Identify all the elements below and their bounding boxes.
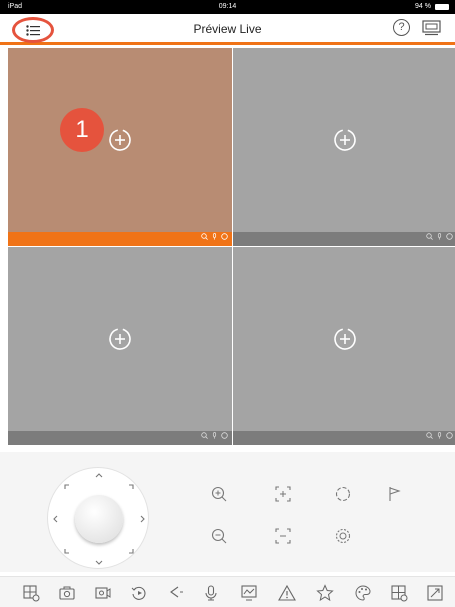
ptz-up-right-arrow xyxy=(129,484,134,489)
ptz-down-right-arrow xyxy=(129,549,134,554)
add-camera-icon[interactable] xyxy=(333,128,357,152)
ptz-up-arrow xyxy=(95,473,103,478)
alarm-icon[interactable] xyxy=(278,584,296,602)
tile-status-bar xyxy=(233,232,455,246)
battery-icon xyxy=(435,4,449,10)
nav-bar: Préview Live ? xyxy=(0,14,455,45)
tutorial-step-badge: 1 xyxy=(60,108,104,152)
ptz-down-left-arrow xyxy=(64,549,69,554)
live-view-tile-4[interactable] xyxy=(233,247,455,445)
battery-level: 94 % xyxy=(415,3,431,10)
tile-status-bar xyxy=(8,431,232,445)
joystick-direction-arrows xyxy=(53,473,145,565)
record-icon[interactable] xyxy=(221,432,228,439)
zoom-icon[interactable] xyxy=(426,233,433,240)
microphone-icon[interactable] xyxy=(436,432,443,439)
help-button[interactable]: ? xyxy=(393,19,410,36)
audio-icon[interactable] xyxy=(166,584,184,602)
record-icon[interactable] xyxy=(446,233,453,240)
add-camera-icon[interactable] xyxy=(108,327,132,351)
live-view-area[interactable] xyxy=(233,247,455,431)
talk-icon[interactable] xyxy=(202,584,220,602)
zoom-in-icon[interactable] xyxy=(210,485,228,503)
zoom-out-icon[interactable] xyxy=(210,527,228,545)
snapshot-icon[interactable] xyxy=(58,584,76,602)
record-video-icon[interactable] xyxy=(94,584,112,602)
microphone-icon[interactable] xyxy=(211,233,218,240)
add-camera-icon[interactable] xyxy=(333,327,357,351)
preset-flag-icon[interactable] xyxy=(386,485,404,503)
image-settings-icon[interactable] xyxy=(240,584,258,602)
zoom-icon[interactable] xyxy=(201,233,208,240)
live-view-tile-2[interactable] xyxy=(233,48,455,246)
ptz-down-arrow xyxy=(95,560,103,565)
bottom-toolbar xyxy=(0,576,455,607)
microphone-icon[interactable] xyxy=(436,233,443,240)
live-view-tile-1[interactable]: 1 xyxy=(8,48,232,246)
status-time: 09:14 xyxy=(218,3,237,10)
record-icon[interactable] xyxy=(221,233,228,240)
focus-near-icon[interactable] xyxy=(274,485,292,503)
tile-status-bar xyxy=(233,431,455,445)
iris-close-icon[interactable] xyxy=(334,527,352,545)
status-bar: iPad 09:14 94 % xyxy=(0,0,455,14)
live-view-area[interactable] xyxy=(8,247,232,431)
focus-far-icon[interactable] xyxy=(274,527,292,545)
live-view-tile-3[interactable] xyxy=(8,247,232,445)
ptz-right-arrow xyxy=(140,515,145,523)
device-list-icon[interactable] xyxy=(422,20,442,36)
fullscreen-icon[interactable] xyxy=(426,584,444,602)
add-camera-icon[interactable] xyxy=(108,128,132,152)
live-view-grid: 1 xyxy=(8,48,455,445)
ptz-left-arrow xyxy=(53,515,58,523)
iris-open-icon[interactable] xyxy=(334,485,352,503)
live-view-area[interactable] xyxy=(233,48,455,232)
ptz-joystick[interactable] xyxy=(47,467,149,569)
color-icon[interactable] xyxy=(354,584,372,602)
live-view-area[interactable] xyxy=(8,48,232,232)
microphone-icon[interactable] xyxy=(211,432,218,439)
zoom-icon[interactable] xyxy=(426,432,433,439)
record-icon[interactable] xyxy=(446,432,453,439)
tile-status-bar xyxy=(8,232,232,246)
zoom-icon[interactable] xyxy=(201,432,208,439)
instant-playback-icon[interactable] xyxy=(130,584,148,602)
favorite-icon[interactable] xyxy=(316,584,334,602)
ptz-up-left-arrow xyxy=(64,484,69,489)
window-division-icon[interactable] xyxy=(390,584,408,602)
page-title: Préview Live xyxy=(193,22,262,36)
ptz-control-panel xyxy=(0,452,455,572)
playback-icon[interactable] xyxy=(22,584,40,602)
